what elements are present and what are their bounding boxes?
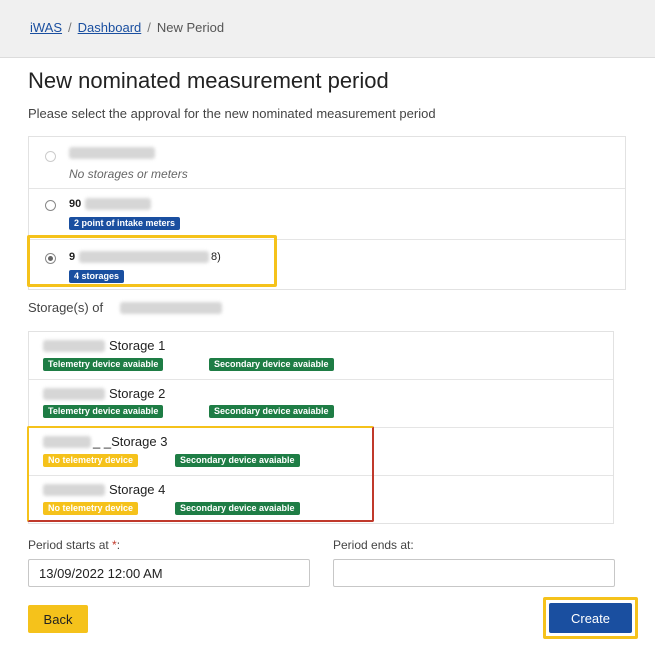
breadcrumb-separator: / bbox=[68, 20, 72, 35]
period-start-label: Period starts at *: bbox=[28, 538, 120, 552]
create-button[interactable]: Create bbox=[549, 603, 632, 633]
storage-heading: Storage(s) of bbox=[28, 300, 103, 315]
approval-option-1[interactable]: No storages or meters bbox=[29, 137, 625, 189]
approval-radio-2[interactable] bbox=[45, 200, 56, 211]
period-start-input[interactable] bbox=[28, 559, 310, 587]
approval-option-2[interactable]: 90 2 point of intake meters bbox=[29, 189, 625, 240]
redacted-approval-id bbox=[120, 302, 222, 314]
telemetry-badge: Telemetry device avaiable bbox=[43, 358, 164, 371]
storage-name: Storage 2 bbox=[109, 386, 166, 401]
page-title: New nominated measurement period bbox=[28, 68, 389, 93]
secondary-device-badge: Secondary device avaiable bbox=[209, 405, 334, 418]
intake-meters-badge: 2 point of intake meters bbox=[69, 217, 181, 230]
redacted-storage-prefix bbox=[43, 388, 105, 400]
breadcrumb-current: New Period bbox=[156, 20, 225, 35]
approval-label-2: 90 bbox=[69, 198, 82, 210]
page-subtitle: Please select the approval for the new n… bbox=[28, 106, 436, 121]
period-start-label-text: Period starts at bbox=[28, 538, 109, 552]
period-start-label-colon: : bbox=[116, 538, 121, 552]
selected-approval-highlight bbox=[27, 235, 277, 287]
redacted-storage-prefix bbox=[43, 340, 105, 352]
breadcrumb-dashboard-link[interactable]: Dashboard bbox=[78, 20, 142, 35]
storage-name: Storage 1 bbox=[109, 338, 166, 353]
breadcrumb-separator: / bbox=[147, 20, 151, 35]
storage-item-1: Storage 1 Telemetry device avaiable Seco… bbox=[29, 332, 613, 380]
no-telemetry-highlight bbox=[27, 426, 374, 522]
approval-radio-1[interactable] bbox=[45, 151, 56, 162]
back-button[interactable]: Back bbox=[28, 605, 88, 633]
breadcrumb-iwas-link[interactable]: iWAS bbox=[30, 20, 62, 35]
no-storages-note: No storages or meters bbox=[69, 167, 188, 181]
breadcrumb: iWAS / Dashboard / New Period bbox=[0, 0, 655, 58]
secondary-device-badge: Secondary device avaiable bbox=[209, 358, 334, 371]
redacted-approval-name bbox=[85, 198, 151, 210]
period-end-input[interactable] bbox=[333, 559, 615, 587]
storage-item-2: Storage 2 Telemetry device avaiable Seco… bbox=[29, 380, 613, 428]
telemetry-badge: Telemetry device avaiable bbox=[43, 405, 164, 418]
redacted-approval-name bbox=[69, 147, 155, 159]
period-end-label: Period ends at: bbox=[333, 538, 414, 552]
storage-heading-label: Storage(s) of bbox=[28, 300, 104, 315]
